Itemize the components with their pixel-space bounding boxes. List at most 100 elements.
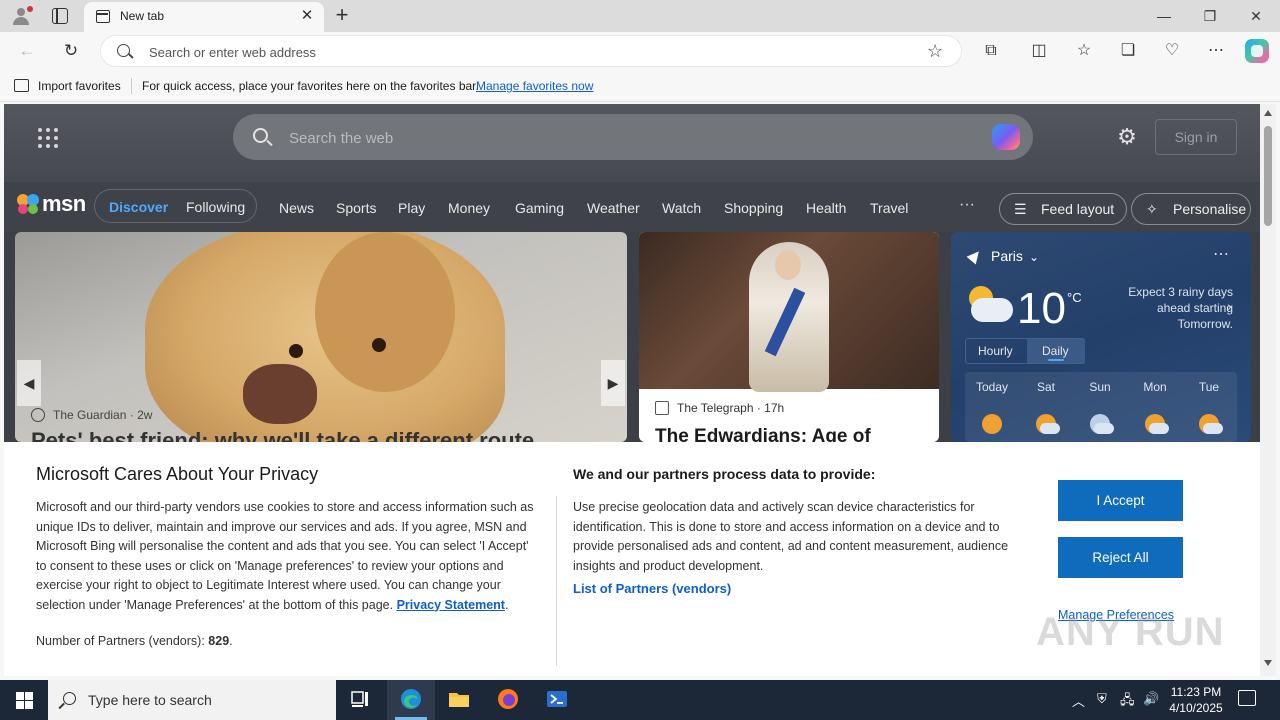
address-bar[interactable]: ☆ (100, 35, 962, 67)
partners-count-line: Number of Partners (vendors): 829. (36, 634, 233, 648)
task-view-button[interactable] (336, 680, 384, 720)
minimize-button[interactable]: — (1141, 4, 1187, 28)
more-options-icon[interactable]: ⋯ (1213, 244, 1229, 264)
page-scrollbar[interactable] (1260, 104, 1276, 676)
split-screen-icon[interactable]: ◫ (1027, 39, 1051, 63)
copilot-icon[interactable] (992, 124, 1020, 150)
nav-travel[interactable]: Travel (870, 200, 908, 216)
chevron-right-icon[interactable]: › (1227, 298, 1232, 314)
volume-icon[interactable]: 🔊 (1143, 691, 1159, 707)
favorites-bar-message: For quick access, place your favorites h… (142, 79, 479, 93)
sign-in-button[interactable]: Sign in (1155, 119, 1237, 155)
nav-health[interactable]: Health (806, 200, 846, 216)
hero-news-card[interactable]: ◀ ▶ The Guardian · 2w Pets' best friend:… (15, 232, 627, 442)
tab-daily[interactable]: Daily (1042, 344, 1069, 358)
weather-card[interactable]: Paris ⌄ ⋯ 10 °C Expect 3 rainy days ahea… (951, 232, 1251, 442)
restore-button[interactable]: ❐ (1187, 4, 1233, 28)
notification-center-icon[interactable] (1238, 690, 1256, 706)
scroll-down-icon[interactable] (1264, 660, 1272, 666)
anyrun-watermark: ANY RUN (1036, 610, 1225, 654)
partly-cloudy-icon (1199, 414, 1223, 434)
network-icon[interactable]: 🖧 (1120, 691, 1135, 713)
defender-icon[interactable]: ⛨ (1097, 691, 1107, 707)
address-input[interactable] (149, 43, 869, 61)
settings-gear-icon[interactable]: ⚙ (1116, 126, 1138, 148)
extensions-icon[interactable]: ⧉ (979, 39, 1003, 63)
carousel-next-button[interactable]: ▶ (601, 360, 625, 406)
back-button[interactable]: ← (14, 39, 40, 63)
forecast-day[interactable]: Tue (1182, 380, 1236, 394)
chevron-down-icon[interactable]: ⌄ (1029, 250, 1039, 264)
article-headline[interactable]: Pets' best friend: why we'll take a diff… (31, 428, 534, 442)
favorites-icon[interactable]: ☆ (1072, 39, 1096, 63)
scroll-up-icon[interactable] (1264, 110, 1272, 116)
data-processing-title: We and our partners process data to prov… (573, 466, 876, 482)
nav-weather[interactable]: Weather (587, 200, 640, 216)
taskbar-file-explorer[interactable] (435, 680, 483, 720)
vendors-list-link[interactable]: List of Partners (vendors) (573, 581, 731, 596)
forecast-tabs: Hourly Daily (965, 338, 1085, 364)
tab-following[interactable]: Following (186, 199, 245, 215)
nav-shopping[interactable]: Shopping (724, 200, 783, 216)
forecast-day[interactable]: Mon (1128, 380, 1182, 394)
weather-location[interactable]: Paris (991, 248, 1023, 264)
nav-news[interactable]: News (279, 200, 314, 216)
profile-icon[interactable] (10, 6, 33, 26)
favorite-star-icon[interactable]: ☆ (927, 41, 943, 62)
windows-start-icon[interactable] (16, 692, 33, 709)
close-tab-icon[interactable]: ✕ (298, 7, 316, 25)
article-headline[interactable]: The Edwardians: Age of (655, 426, 871, 442)
carousel-prev-button[interactable]: ◀ (17, 360, 41, 406)
nav-gaming[interactable]: Gaming (515, 200, 564, 216)
taskbar-firefox[interactable] (484, 680, 532, 720)
tab-discover[interactable]: Discover (109, 199, 168, 215)
new-tab-page-icon (96, 10, 110, 23)
refresh-button[interactable]: ↻ (58, 39, 84, 63)
copilot-icon[interactable] (1245, 39, 1269, 63)
tab-actions-icon[interactable] (52, 8, 68, 24)
web-search-box[interactable] (233, 114, 1033, 160)
more-menu-icon[interactable]: ⋯ (1204, 39, 1228, 63)
tab-hourly[interactable]: Hourly (978, 344, 1013, 358)
taskbar-search-placeholder: Type here to search (88, 692, 212, 708)
nav-sports[interactable]: Sports (336, 200, 376, 216)
article-source: The Telegraph · 17h (655, 401, 784, 415)
apps-grid-icon[interactable] (38, 128, 58, 148)
news-card[interactable]: The Telegraph · 17h The Edwardians: Age … (639, 232, 939, 442)
forecast-day[interactable]: Today (965, 380, 1019, 394)
forecast-day[interactable]: Sun (1073, 380, 1127, 394)
forecast-day[interactable]: Sat (1019, 380, 1073, 394)
show-hidden-icons-icon[interactable]: ︿ (1072, 691, 1085, 710)
reject-all-button[interactable]: Reject All (1058, 537, 1183, 578)
more-nav-button[interactable]: ··· (959, 196, 975, 214)
collections-icon[interactable]: ❏ (1116, 39, 1140, 63)
browser-essentials-icon[interactable]: ♡ (1160, 39, 1184, 63)
dog-eye-shape (289, 344, 303, 358)
import-favorites-button[interactable]: Import favorites (38, 79, 121, 93)
nav-watch[interactable]: Watch (662, 200, 701, 216)
tab-title: New tab (120, 9, 165, 23)
nav-play[interactable]: Play (398, 200, 425, 216)
tab-new-tab[interactable]: New tab ✕ (84, 2, 324, 32)
divider (131, 78, 132, 94)
taskbar-edge[interactable] (387, 680, 435, 720)
scrollbar-thumb[interactable] (1264, 126, 1272, 226)
forecast-message: Expect 3 rainy days ahead starting Tomor… (1128, 285, 1233, 331)
feed-layout-button[interactable]: ☰ Feed layout (999, 193, 1127, 225)
new-tab-button[interactable]: + (331, 4, 353, 26)
web-search-input[interactable] (289, 128, 929, 148)
close-window-button[interactable]: ✕ (1233, 4, 1279, 28)
partly-cloudy-icon (965, 284, 1013, 324)
search-icon (117, 44, 130, 57)
privacy-statement-link[interactable]: Privacy Statement (397, 598, 505, 612)
taskbar-clock[interactable]: 11:23 PM 4/10/2025 (1164, 684, 1228, 716)
accept-button[interactable]: I Accept (1058, 480, 1183, 521)
taskbar-powershell[interactable] (533, 680, 581, 720)
personalise-button[interactable]: ✧ Personalise (1131, 193, 1251, 225)
nav-money[interactable]: Money (448, 200, 490, 216)
manage-favorites-link[interactable]: Manage favorites now (476, 79, 593, 93)
temperature-unit[interactable]: °C (1067, 290, 1082, 305)
article-source: The Guardian · 2w (31, 408, 152, 422)
taskbar-search[interactable]: Type here to search (48, 680, 336, 720)
clock-time: 11:23 PM (1170, 685, 1222, 699)
